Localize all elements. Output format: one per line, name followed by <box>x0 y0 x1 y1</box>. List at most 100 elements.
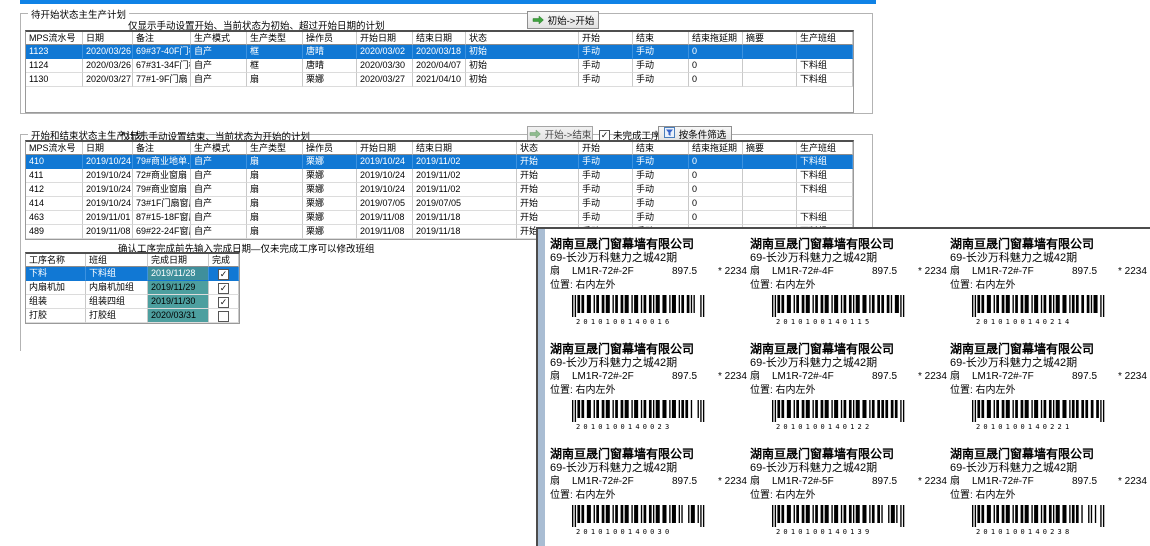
cell[interactable]: 1124 <box>26 59 83 73</box>
cell[interactable]: 0 <box>689 183 743 197</box>
column-header[interactable]: 开始 <box>579 142 633 155</box>
cell[interactable]: 扇 <box>247 225 303 239</box>
cell[interactable]: 0 <box>689 59 743 73</box>
table-row[interactable]: 4112019/10/2472#商业窗扇自产扇栗娜2019/10/242019/… <box>26 169 853 183</box>
cell[interactable]: 72#商业窗扇 <box>133 169 191 183</box>
cell[interactable] <box>743 155 797 169</box>
cell[interactable]: ✓ <box>209 281 239 295</box>
table-row[interactable]: 11232020/03/2669#37-40F门框自产框唐晴2020/03/02… <box>26 45 853 59</box>
cell[interactable]: 栗娜 <box>303 155 357 169</box>
column-header[interactable]: 备注 <box>133 142 191 155</box>
column-header[interactable]: 结束 <box>633 142 689 155</box>
column-header[interactable]: 生产班组 <box>797 142 853 155</box>
init-to-start-button[interactable]: 初始->开始 <box>527 11 599 29</box>
cell[interactable]: 2019/07/05 <box>357 197 413 211</box>
column-header[interactable]: 完成 <box>209 254 239 267</box>
cell[interactable]: 2020/04/07 <box>413 59 466 73</box>
cell[interactable]: 手动 <box>579 155 633 169</box>
cell[interactable] <box>743 197 797 211</box>
cell[interactable]: 2019/10/24 <box>83 155 133 169</box>
table-row[interactable]: 内扇机加内扇机加组2019/11/29✓ <box>26 281 239 295</box>
cell[interactable]: 69#22-24F窗扇 <box>133 225 191 239</box>
cell[interactable]: 2019/11/01 <box>83 211 133 225</box>
cell[interactable]: 手动 <box>633 73 689 87</box>
cell[interactable] <box>743 59 797 73</box>
cell[interactable] <box>743 73 797 87</box>
cell[interactable]: 栗娜 <box>303 211 357 225</box>
cell[interactable]: 手动 <box>579 45 633 59</box>
cell[interactable]: 框 <box>247 45 303 59</box>
table-row[interactable]: 4122019/10/2479#商业窗扇自产扇栗娜2019/10/242019/… <box>26 183 853 197</box>
cell[interactable]: 463 <box>26 211 83 225</box>
cell[interactable]: 2019/10/24 <box>83 169 133 183</box>
cell[interactable]: 栗娜 <box>303 183 357 197</box>
cell[interactable]: 栗娜 <box>303 225 357 239</box>
column-header[interactable]: 生产班组 <box>797 32 853 45</box>
cell[interactable]: 0 <box>689 155 743 169</box>
cell[interactable]: 自产 <box>191 169 247 183</box>
table-row[interactable]: 打胶打胶组2020/03/31 <box>26 309 239 323</box>
cell[interactable]: 2019/11/18 <box>413 211 517 225</box>
cell[interactable]: 下料组 <box>797 59 853 73</box>
cell[interactable]: 2019/11/02 <box>413 169 517 183</box>
cell[interactable]: 2021/04/10 <box>413 73 466 87</box>
cell[interactable]: 79#商业窗扇 <box>133 183 191 197</box>
cell[interactable]: 扇 <box>247 211 303 225</box>
cell[interactable]: 69#37-40F门框 <box>133 45 191 59</box>
column-header[interactable]: 完成日期 <box>148 254 209 267</box>
cell[interactable] <box>209 309 239 323</box>
cell[interactable]: 初始 <box>466 73 579 87</box>
cell[interactable]: 栗娜 <box>303 197 357 211</box>
cell[interactable]: 自产 <box>191 73 247 87</box>
cell[interactable]: 组装 <box>26 295 86 309</box>
cell[interactable]: 手动 <box>633 211 689 225</box>
cell[interactable]: 下料组 <box>797 73 853 87</box>
cell[interactable]: 开始 <box>517 197 579 211</box>
cell[interactable] <box>743 211 797 225</box>
column-header[interactable]: 班组 <box>86 254 148 267</box>
table-row[interactable]: 组装组装四组2019/11/30✓ <box>26 295 239 309</box>
column-header[interactable]: 生产模式 <box>191 142 247 155</box>
cell[interactable]: 0 <box>689 197 743 211</box>
cell[interactable]: 下料组 <box>797 169 853 183</box>
column-header[interactable]: 结束拖延期 <box>689 142 743 155</box>
cell[interactable]: 2019/10/24 <box>357 169 413 183</box>
cell[interactable]: 73#1F门扇窗扇 <box>133 197 191 211</box>
cell[interactable] <box>797 45 853 59</box>
cell[interactable]: 2019/11/28 <box>148 267 209 281</box>
cell[interactable]: 414 <box>26 197 83 211</box>
column-header[interactable]: 结束日期 <box>413 142 517 155</box>
cell[interactable]: 下料组 <box>797 155 853 169</box>
cell[interactable]: 下料组 <box>797 211 853 225</box>
cell[interactable]: 2019/11/30 <box>148 295 209 309</box>
cell[interactable]: 手动 <box>579 59 633 73</box>
checked-checkbox[interactable]: ✓ <box>218 269 229 280</box>
cell[interactable]: 开始 <box>517 183 579 197</box>
table-row[interactable]: 11242020/03/2667#31-34F门框自产框唐晴2020/03/30… <box>26 59 853 73</box>
cell[interactable]: 2019/10/24 <box>83 197 133 211</box>
checked-checkbox[interactable]: ✓ <box>218 283 229 294</box>
cell[interactable]: 2019/11/08 <box>83 225 133 239</box>
column-header[interactable]: 开始日期 <box>357 142 413 155</box>
cell[interactable]: ✓ <box>209 267 239 281</box>
cell[interactable]: 下料 <box>26 267 86 281</box>
cell[interactable]: 2019/10/24 <box>83 183 133 197</box>
cell[interactable]: 自产 <box>191 225 247 239</box>
cell[interactable]: 自产 <box>191 59 247 73</box>
cell[interactable]: 开始 <box>517 169 579 183</box>
cell[interactable]: 自产 <box>191 211 247 225</box>
cell[interactable]: 0 <box>689 169 743 183</box>
cell[interactable]: 手动 <box>579 211 633 225</box>
cell[interactable] <box>743 45 797 59</box>
unfinished-process-checkbox[interactable]: ✓ <box>599 130 610 141</box>
cell[interactable]: 唐晴 <box>303 45 357 59</box>
active-plans-table[interactable]: MPS流水号日期备注生产模式生产类型操作员开始日期结束日期状态开始结束结束拖延期… <box>25 140 854 240</box>
cell[interactable]: 手动 <box>579 73 633 87</box>
column-header[interactable]: 结束 <box>633 32 689 45</box>
cell[interactable] <box>743 169 797 183</box>
column-header[interactable]: 操作员 <box>303 32 357 45</box>
table-row[interactable]: 4102019/10/2479#商业地单…自产扇栗娜2019/10/242019… <box>26 155 853 169</box>
cell[interactable]: 手动 <box>633 169 689 183</box>
cell[interactable]: 手动 <box>579 197 633 211</box>
column-header[interactable]: 生产模式 <box>191 32 247 45</box>
